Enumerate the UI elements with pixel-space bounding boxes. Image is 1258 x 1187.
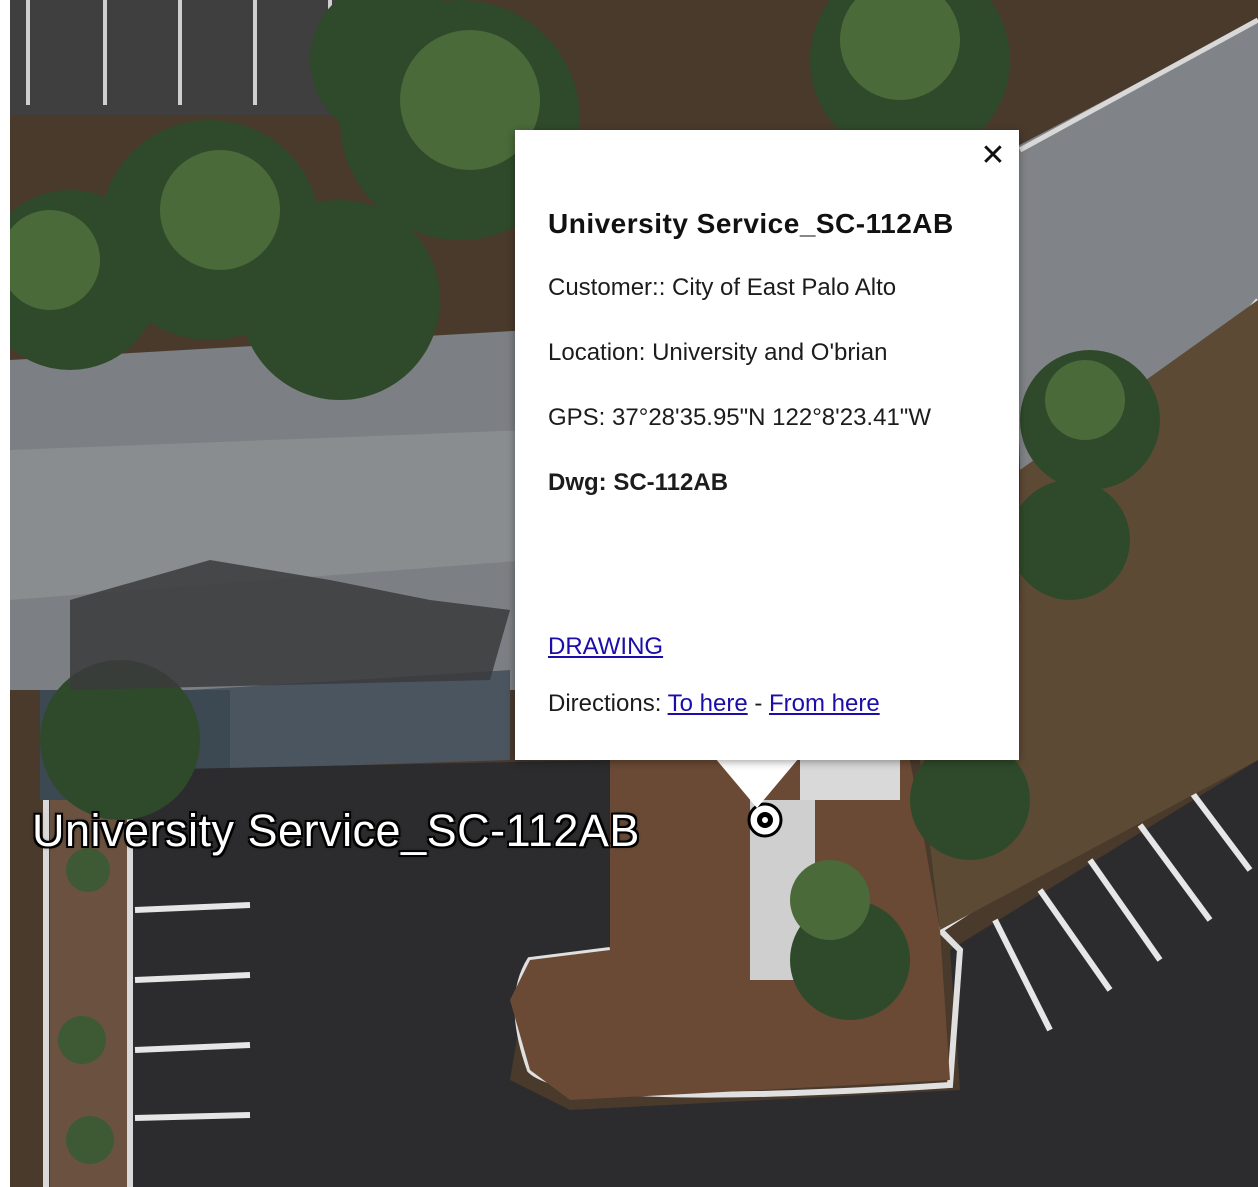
dwg-text: Dwg: SC-112AB xyxy=(548,469,729,496)
directions-separator: - xyxy=(747,690,769,717)
close-icon[interactable]: ✕ xyxy=(977,140,1009,172)
info-window: ✕ University Service_SC-112AB Customer::… xyxy=(515,130,1019,760)
popup-pointer xyxy=(715,758,799,808)
placemark-label[interactable]: University Service_SC-112AB xyxy=(32,805,640,857)
from-here-link[interactable]: From here xyxy=(769,690,880,717)
gps-text: GPS: 37°28'35.95"N 122°8'23.41"W xyxy=(548,404,931,431)
directions-label: Directions: xyxy=(548,690,668,717)
drawing-link[interactable]: DRAWING xyxy=(548,633,663,660)
location-text: Location: University and O'brian xyxy=(548,339,888,366)
info-window-body: University Service_SC-112AB Customer:: C… xyxy=(548,208,995,534)
info-title: University Service_SC-112AB xyxy=(548,208,954,239)
to-here-link[interactable]: To here xyxy=(668,690,748,717)
customer-text: Customer:: City of East Palo Alto xyxy=(548,274,897,301)
directions-row: Directions: To here - From here xyxy=(548,690,880,718)
